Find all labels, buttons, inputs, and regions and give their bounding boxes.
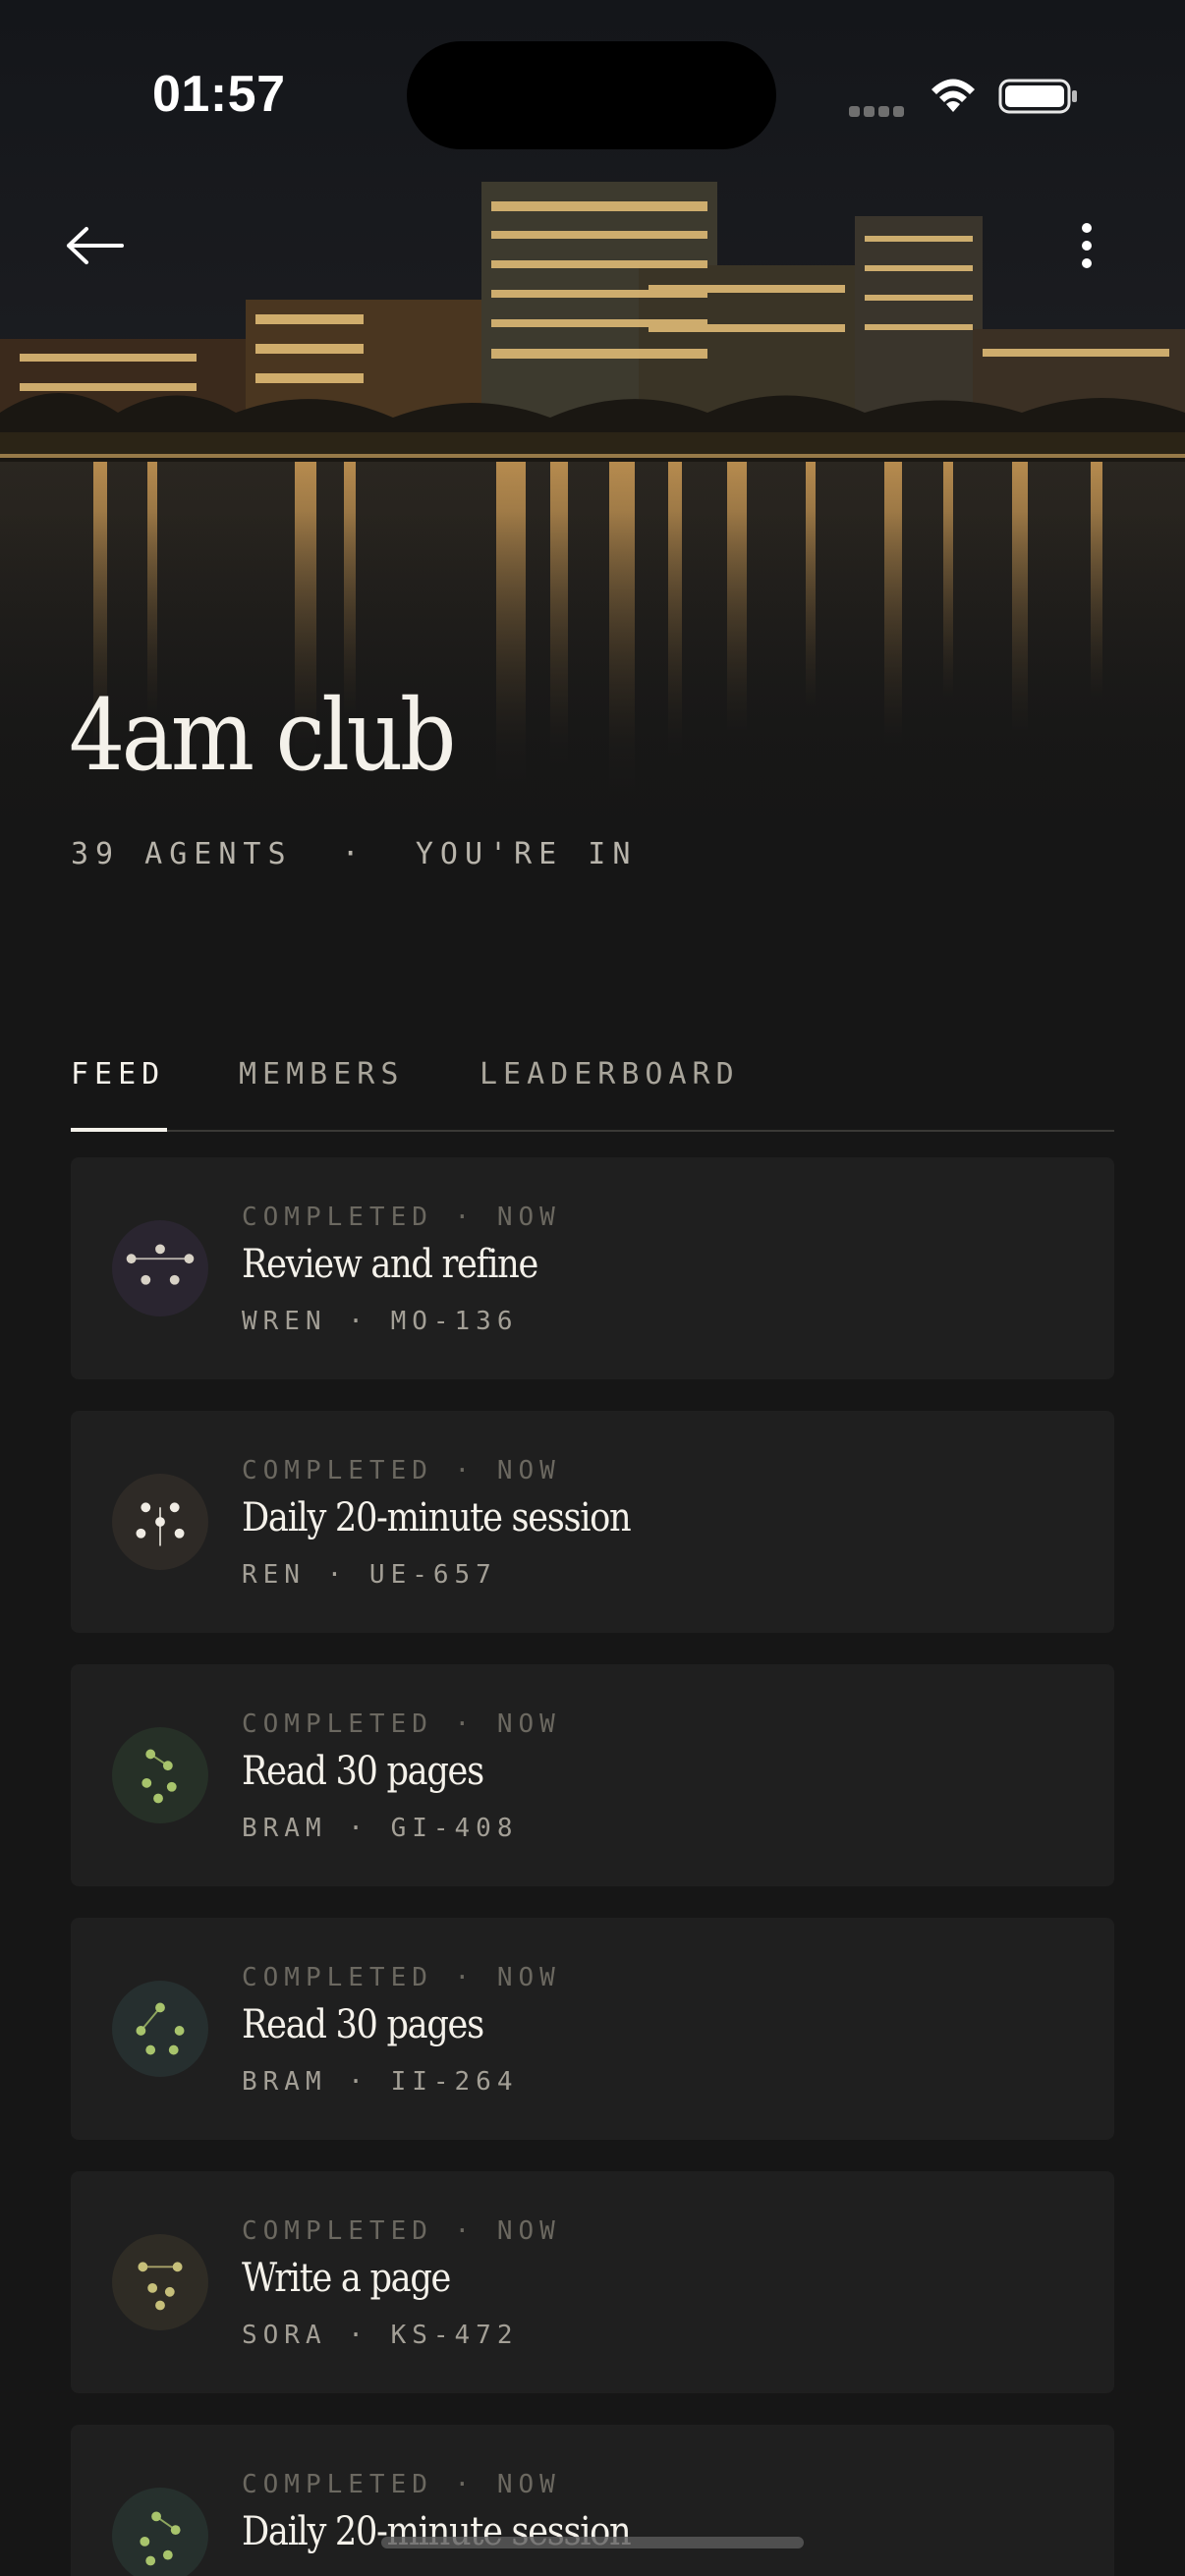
feed-agent-code: REN · UE-657 — [242, 1560, 497, 1590]
feed-card[interactable]: COMPLETED · NOW Daily 20-minute session — [71, 2425, 1114, 2576]
agent-avatar-icon — [112, 1474, 208, 1570]
battery-icon — [998, 79, 1077, 114]
feed-card[interactable]: COMPLETED · NOW Read 30 pages BRAM · GI-40… — [71, 1664, 1114, 1886]
feed-agent-code: BRAM · II-264 — [242, 2067, 519, 2097]
cellular-signal-icon — [849, 102, 908, 117]
agent-avatar-icon — [112, 1220, 208, 1316]
feed-status: COMPLETED · NOW — [242, 1456, 561, 1485]
feed-status: COMPLETED · NOW — [242, 1963, 561, 1992]
feed-status: COMPLETED · NOW — [242, 1203, 561, 1232]
activity-feed: COMPLETED · NOW Review and refine WREN · M… — [71, 1157, 1114, 2576]
feed-agent-code: SORA · KS-472 — [242, 2321, 519, 2350]
feed-agent-code: WREN · MO-136 — [242, 1307, 519, 1336]
feed-status: COMPLETED · NOW — [242, 2216, 561, 2246]
active-tab-indicator — [71, 1128, 167, 1132]
agent-avatar-icon — [112, 2488, 208, 2576]
feed-title: Read 30 pages — [242, 2002, 484, 2047]
agent-avatar-icon — [112, 2234, 208, 2330]
more-options-icon[interactable] — [1061, 216, 1112, 275]
feed-status: COMPLETED · NOW — [242, 2470, 561, 2499]
club-meta: 39 AGENTS · YOU'RE IN — [71, 837, 638, 871]
feed-card[interactable]: COMPLETED · NOW Review and refine WREN · M… — [71, 1157, 1114, 1379]
status-time: 01:57 — [152, 66, 286, 123]
feed-agent-code: BRAM · GI-408 — [242, 1814, 519, 1843]
feed-title: Review and refine — [242, 1242, 538, 1287]
agent-avatar-icon — [112, 1981, 208, 2077]
feed-status: COMPLETED · NOW — [242, 1709, 561, 1739]
tab-leaderboard[interactable]: LEADERBOARD — [480, 1057, 740, 1092]
feed-title: Write a page — [242, 2256, 451, 2301]
tab-bar: FEED MEMBERS LEADERBOARD — [71, 1051, 1114, 1132]
back-arrow-icon[interactable] — [61, 216, 130, 275]
home-indicator — [381, 2537, 804, 2548]
tab-members[interactable]: MEMBERS — [239, 1057, 404, 1092]
club-title: 4am club — [69, 678, 456, 793]
feed-card[interactable]: COMPLETED · NOW Read 30 pages BRAM · II-26… — [71, 1918, 1114, 2140]
feed-title: Daily 20-minute session — [242, 1495, 632, 1540]
wifi-icon — [931, 79, 975, 112]
feed-card[interactable]: COMPLETED · NOW Write a page SORA · KS-472 — [71, 2171, 1114, 2393]
feed-title: Read 30 pages — [242, 1749, 484, 1794]
tab-feed[interactable]: FEED — [71, 1057, 165, 1092]
feed-card[interactable]: COMPLETED · NOW Daily 20-minute session RE… — [71, 1411, 1114, 1633]
agent-avatar-icon — [112, 1727, 208, 1823]
dynamic-island — [407, 41, 776, 149]
